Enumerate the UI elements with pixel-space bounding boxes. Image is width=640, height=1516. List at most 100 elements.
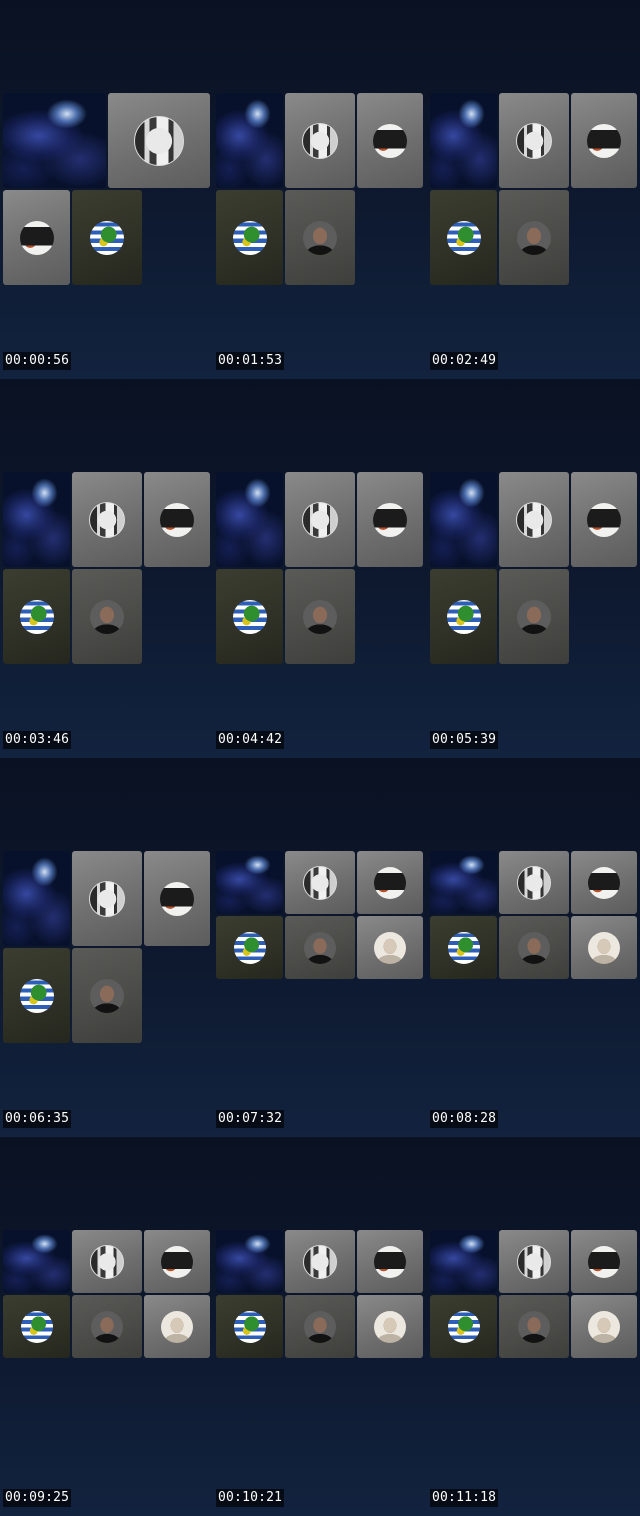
poster-avatar-icon <box>374 1245 406 1278</box>
screen-share-avatar-icon <box>516 122 552 159</box>
nebula-background-image <box>216 93 283 188</box>
man-avatar-icon <box>517 220 551 255</box>
man-avatar-icon <box>90 978 124 1013</box>
frog-flag-avatar-icon <box>233 1310 266 1343</box>
participant-tile-man <box>499 916 569 979</box>
participant-tile-bald-man <box>144 1295 210 1358</box>
frame-timestamp: 00:03:46 <box>3 731 72 749</box>
frame-thumbnail: 00:08:28 <box>427 758 640 1137</box>
frog-flag-avatar-icon <box>19 978 54 1013</box>
frame-thumbnail: 00:02:49 <box>427 0 640 379</box>
frame-thumbnail: 00:06:35 <box>0 758 213 1137</box>
poster-avatar-icon <box>588 866 620 899</box>
poster-avatar-icon <box>373 123 407 158</box>
participant-tile-screen-share <box>285 1230 355 1293</box>
participant-tile-bald-man <box>571 916 637 979</box>
participant-tile-poster <box>571 472 637 567</box>
participant-tile-man <box>72 569 142 664</box>
poster-avatar-icon <box>373 502 407 537</box>
nebula-background-image <box>430 851 497 914</box>
nebula-background-image <box>430 1230 497 1293</box>
screen-share-avatar-icon <box>89 501 125 538</box>
man-avatar-icon <box>517 599 551 634</box>
participant-tile-screen-share <box>72 851 142 946</box>
frame-timestamp: 00:01:53 <box>216 352 285 370</box>
frame-thumbnail: 00:10:21 <box>213 1137 426 1516</box>
frog-flag-avatar-icon <box>232 220 267 255</box>
poster-avatar-icon <box>160 502 194 537</box>
participant-tile-man <box>285 569 355 664</box>
participant-tile-man <box>285 916 355 979</box>
participant-tile-poster <box>357 851 423 914</box>
man-avatar-icon <box>518 931 550 964</box>
frame-thumbnail: 00:07:32 <box>213 758 426 1137</box>
frame-thumbnail: 00:04:42 <box>213 379 426 758</box>
screen-share-avatar-icon <box>134 115 184 166</box>
bald-man-avatar-icon <box>588 1310 620 1343</box>
nebula-background-image <box>3 93 106 188</box>
nebula-background-image <box>216 472 283 567</box>
frog-flag-avatar-icon <box>446 220 481 255</box>
participant-tile-bald-man <box>571 1295 637 1358</box>
frog-flag-avatar-icon <box>447 1310 480 1343</box>
bald-man-avatar-icon <box>374 931 406 964</box>
screen-share-avatar-icon <box>302 501 338 538</box>
poster-avatar-icon <box>161 1245 193 1278</box>
participant-tile-poster <box>357 1230 423 1293</box>
participant-tile-screen-share <box>108 93 210 188</box>
participant-tile-bald-man <box>357 1295 423 1358</box>
poster-avatar-icon <box>19 220 54 255</box>
frame-thumbnail: 00:05:39 <box>427 379 640 758</box>
nebula-background-image <box>3 1230 70 1293</box>
participant-tile-screen-share <box>499 93 569 188</box>
participant-tile-poster <box>144 1230 210 1293</box>
frame-timestamp: 00:10:21 <box>216 1489 285 1507</box>
frog-flag-avatar-icon <box>19 599 54 634</box>
man-avatar-icon <box>90 599 124 634</box>
nebula-background-image <box>430 93 497 188</box>
participant-tile-frog-flag <box>430 190 497 285</box>
participant-tile-bald-man <box>357 916 423 979</box>
participant-tile-frog-flag <box>216 569 283 664</box>
frame-timestamp: 00:08:28 <box>430 1110 499 1128</box>
frog-flag-avatar-icon <box>90 220 124 255</box>
poster-avatar-icon <box>160 881 194 916</box>
participant-tile-poster <box>144 472 210 567</box>
participant-tile-screen-share <box>285 93 355 188</box>
participant-tile-man <box>499 569 569 664</box>
frame-timestamp: 00:04:42 <box>216 731 285 749</box>
frame-thumbnail: 00:03:46 <box>0 379 213 758</box>
participant-tile-poster <box>571 93 637 188</box>
participant-tile-man <box>285 190 355 285</box>
frame-thumbnail: 00:11:18 <box>427 1137 640 1516</box>
screen-share-avatar-icon <box>517 865 551 900</box>
participant-tile-frog-flag <box>216 1295 283 1358</box>
participant-tile-man <box>72 948 142 1043</box>
participant-tile-frog-flag <box>3 569 70 664</box>
frame-timestamp: 00:02:49 <box>430 352 499 370</box>
frog-flag-avatar-icon <box>446 599 481 634</box>
participant-tile-screen-share <box>499 472 569 567</box>
participant-tile-frog-flag <box>3 948 70 1043</box>
participant-tile-frog-flag <box>430 569 497 664</box>
participant-tile-poster <box>357 93 423 188</box>
frog-flag-avatar-icon <box>447 931 480 964</box>
screen-share-avatar-icon <box>303 865 337 900</box>
poster-avatar-icon <box>587 123 621 158</box>
bald-man-avatar-icon <box>374 1310 406 1343</box>
screen-share-avatar-icon <box>303 1244 337 1279</box>
participant-tile-frog-flag <box>216 190 283 285</box>
frame-thumbnail: 00:00:56 <box>0 0 213 379</box>
participant-tile-poster <box>144 851 210 946</box>
screen-share-avatar-icon <box>302 122 338 159</box>
participant-tile-screen-share <box>499 1230 569 1293</box>
nebula-background-image <box>430 472 497 567</box>
bald-man-avatar-icon <box>588 931 620 964</box>
participant-tile-screen-share <box>72 1230 142 1293</box>
participant-tile-poster <box>571 851 637 914</box>
man-avatar-icon <box>304 931 336 964</box>
screen-share-avatar-icon <box>517 1244 551 1279</box>
frame-timestamp: 00:06:35 <box>3 1110 72 1128</box>
participant-tile-frog-flag <box>216 916 283 979</box>
screen-share-avatar-icon <box>90 1244 124 1279</box>
